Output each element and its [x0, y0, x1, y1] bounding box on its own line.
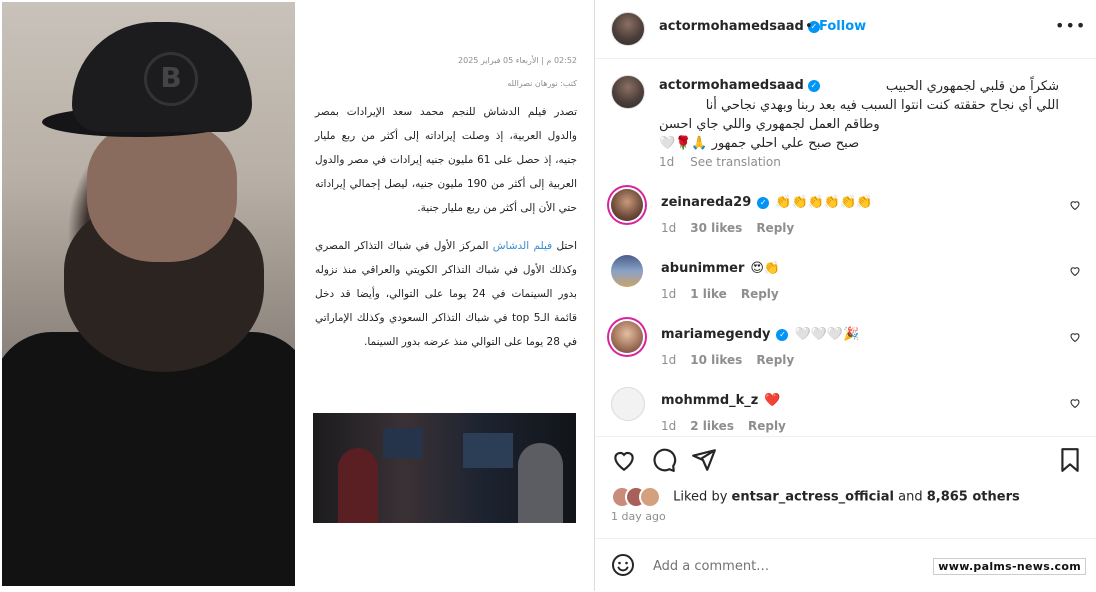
- image-monitor-2: [463, 433, 513, 468]
- instagram-post-panel: actormohamedsaad ✓ • Follow ••• actormoha…: [594, 0, 1096, 591]
- article-image: [313, 413, 576, 523]
- news-article: 02:52 م | الأربعاء 05 فبراير 2025 كتب: ن…: [305, 55, 585, 525]
- heart-icon[interactable]: [1069, 397, 1081, 409]
- comment-time: 1d: [661, 419, 677, 433]
- heart-icon[interactable]: [1069, 199, 1081, 211]
- actor-photo: B: [2, 2, 295, 586]
- post-time-ago: 1 day ago: [611, 510, 666, 523]
- see-translation-link[interactable]: See translation: [690, 155, 781, 169]
- heart-icon[interactable]: [1069, 265, 1081, 277]
- comment-time: 1d: [661, 353, 677, 367]
- comment-username[interactable]: abunimmer: [661, 261, 744, 276]
- heart-icon[interactable]: [1069, 331, 1081, 343]
- comment-likes[interactable]: 2 likes: [690, 419, 734, 433]
- comment-likes[interactable]: 10 likes: [690, 353, 742, 367]
- comment-body: 👏👏👏👏👏👏: [775, 195, 873, 210]
- screenshot-frame: B 02:52 م | الأربعاء 05 فبراير 2025 كتب:…: [0, 0, 1096, 591]
- caption-meta: 1d See translation: [659, 155, 781, 169]
- comment-body: ❤️: [764, 393, 781, 408]
- comment-avatar[interactable]: [611, 387, 645, 421]
- verified-icon: ✓: [776, 329, 789, 341]
- header-username[interactable]: actormohamedsaad ✓: [659, 19, 820, 34]
- emoji-icon[interactable]: [611, 553, 635, 577]
- comment-likes[interactable]: 30 likes: [690, 221, 742, 235]
- comment-likes[interactable]: 1 like: [690, 287, 727, 301]
- comment-body: 😍👏: [750, 261, 781, 276]
- image-monitor: [383, 428, 423, 458]
- comment-username[interactable]: mohmmd_k_z: [661, 393, 758, 408]
- comment-meta: 1d 10 likes Reply: [661, 353, 808, 367]
- article-date: 02:52 م | الأربعاء 05 فبراير 2025: [458, 56, 577, 65]
- liked-by-and: and: [898, 489, 923, 505]
- liked-by-label: Liked by: [673, 489, 728, 505]
- liked-by-user[interactable]: entsar_actress_official: [732, 490, 894, 505]
- image-person-man: [518, 443, 563, 523]
- photo-face: [87, 122, 237, 262]
- comment-text: mohmmd_k_z ❤️: [661, 393, 781, 408]
- liker-avatar[interactable]: [639, 486, 661, 508]
- comment-time: 1d: [661, 287, 677, 301]
- comment-avatar[interactable]: [611, 255, 643, 287]
- comment-text: abunimmer 😍👏: [661, 261, 780, 276]
- comment-text: mariamegendy ✓ 🤍🤍🤍🎉: [661, 327, 859, 342]
- action-bar: [595, 436, 1096, 481]
- comment-meta: 1d 2 likes Reply: [661, 419, 800, 433]
- comment-meta: 1d 30 likes Reply: [661, 221, 808, 235]
- reply-button[interactable]: Reply: [756, 353, 794, 367]
- add-comment-input[interactable]: [651, 553, 935, 579]
- caption-avatar[interactable]: [611, 75, 645, 109]
- image-person-woman: [338, 448, 378, 523]
- heart-icon[interactable]: [611, 447, 637, 473]
- avatar[interactable]: [611, 12, 645, 46]
- comment-body: 🤍🤍🤍🎉: [794, 327, 860, 342]
- reply-button[interactable]: Reply: [741, 287, 779, 301]
- cap-logo: B: [144, 52, 198, 106]
- likes-summary: Liked by entsar_actress_official and 8,8…: [611, 486, 1020, 508]
- watermark: www.palms-news.com: [933, 558, 1086, 575]
- movie-link[interactable]: فيلم الدشاش: [493, 240, 552, 252]
- caption-line-4: صبح صبح علي احلي جمهور 🙏🌹🤍: [659, 136, 860, 151]
- comment-avatar[interactable]: [611, 321, 643, 353]
- caption-line-3: وطاقم العمل لجمهوري واللي جاي احسن: [659, 117, 880, 132]
- reply-button[interactable]: Reply: [756, 221, 794, 235]
- paragraph-2-prefix: احتل: [552, 240, 577, 252]
- caption-line-2: اللي أي نجاح حققته كنت انتوا السبب فيه ب…: [705, 98, 1059, 113]
- comment-username[interactable]: zeinareda29: [661, 195, 751, 210]
- caption-line-1: شكراً من قلبي لجمهوري الحبيب: [885, 79, 1059, 94]
- bookmark-icon[interactable]: [1057, 447, 1083, 473]
- follow-button[interactable]: Follow: [819, 19, 866, 34]
- comment-item: zeinareda29 ✓ 👏👏👏👏👏👏 1d 30 likes Reply: [595, 189, 1096, 251]
- article-paragraph-2: احتل فيلم الدشاش المركز الأول في شباك ال…: [315, 234, 577, 354]
- paragraph-2-text: المركز الأول في شباك التذاكر المصري وكذل…: [315, 240, 577, 348]
- comment-time: 1d: [661, 221, 677, 235]
- header-username-text[interactable]: actormohamedsaad: [659, 19, 804, 34]
- comment-item: mariamegendy ✓ 🤍🤍🤍🎉 1d 10 likes Reply: [595, 321, 1096, 383]
- article-author: كتب: نورهان نصرالله: [507, 79, 577, 88]
- comment-item: abunimmer 😍👏 1d 1 like Reply: [595, 255, 1096, 317]
- verified-icon: ✓: [757, 197, 770, 209]
- caption-time: 1d: [659, 155, 675, 169]
- comment-icon[interactable]: [651, 447, 677, 473]
- comment-text: zeinareda29 ✓ 👏👏👏👏👏👏: [661, 195, 872, 210]
- caption-text: شكراً من قلبي لجمهوري الحبيب اللي أي نجا…: [659, 77, 1059, 153]
- reply-button[interactable]: Reply: [748, 419, 786, 433]
- post-header: actormohamedsaad ✓ • Follow •••: [595, 0, 1096, 59]
- comment-avatar[interactable]: [611, 189, 643, 221]
- separator-dot: •: [805, 19, 813, 34]
- share-icon[interactable]: [691, 447, 717, 473]
- comment-meta: 1d 1 like Reply: [661, 287, 793, 301]
- comment-username[interactable]: mariamegendy: [661, 327, 770, 342]
- more-icon[interactable]: •••: [1055, 16, 1086, 35]
- article-paragraph-1: تصدر فيلم الدشاش للنجم محمد سعد الإيرادا…: [315, 106, 577, 214]
- likes-count[interactable]: 8,865 others: [927, 490, 1020, 505]
